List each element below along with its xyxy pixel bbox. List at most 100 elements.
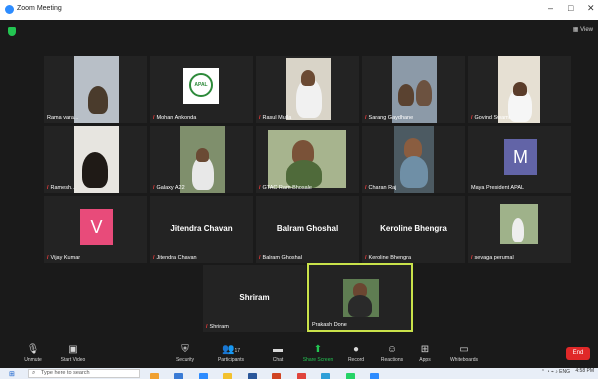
participant-tile[interactable]: Rama vara... (44, 56, 147, 123)
participant-display-name: Balram Ghoshal (276, 224, 339, 233)
apal-logo: APAL (183, 68, 219, 104)
participant-display-name: Shriram (239, 293, 270, 302)
security-label: Security (175, 357, 195, 363)
end-meeting-button[interactable]: End (566, 347, 590, 360)
participant-name: Mohan Ankonda (156, 115, 197, 121)
mic-muted-icon: / (471, 255, 473, 261)
participant-tile[interactable]: / Sarang Gaydhane (362, 56, 465, 123)
taskbar-app-icon[interactable] (272, 373, 282, 379)
taskbar-app-icon[interactable] (321, 373, 331, 379)
whiteboards-button[interactable]: ▭ Whiteboards (447, 343, 481, 363)
participant-name: Rama vara... (47, 115, 79, 121)
participant-tile[interactable]: APAL / Mohan Ankonda (150, 56, 253, 123)
participant-name: Charan Raj (368, 185, 397, 191)
participant-video (500, 204, 538, 244)
window-title: Zoom Meeting (17, 5, 62, 12)
mic-muted-icon: / (153, 255, 155, 261)
chat-button[interactable]: ▬ Chat (268, 343, 288, 363)
microphone-muted-icon: 🎙 (26, 344, 40, 355)
participant-name: Vijay Kumar (50, 255, 81, 261)
whiteboards-label: Whiteboards (449, 357, 479, 363)
taskbar-app-icon[interactable] (174, 373, 184, 379)
participant-name: Jitendra Chavan (156, 255, 197, 261)
taskbar-app-icon[interactable] (198, 373, 208, 379)
participant-label: / Vijay Kumar (47, 255, 80, 261)
record-button[interactable]: ● Record (345, 343, 367, 363)
participant-video (286, 58, 331, 120)
share-screen-icon: ⬆ (313, 344, 323, 355)
system-tray[interactable]: ⌃ ◔ ⌁ ♪ ENG (541, 369, 570, 375)
shield-icon[interactable] (8, 27, 16, 36)
mic-muted-icon: / (206, 324, 208, 330)
participant-name: Govind Swami (474, 115, 510, 121)
unmute-button[interactable]: 🎙 Unmute (22, 343, 44, 363)
participant-tile[interactable]: / Govind Swami (468, 56, 571, 123)
participant-display-name: Keroline Bhengra (380, 224, 447, 233)
unmute-label: Unmute (24, 357, 42, 363)
taskbar-app-icon[interactable] (370, 373, 380, 379)
windows-start-icon[interactable]: ⊞ (9, 370, 15, 378)
participant-tile[interactable]: M Maya President APAL (468, 126, 571, 193)
participant-tile[interactable]: V / Vijay Kumar (44, 196, 147, 263)
start-video-label: Start Video (60, 357, 86, 363)
share-screen-button[interactable]: ⬆ Share Screen (302, 343, 334, 363)
record-label: Record (347, 357, 365, 363)
taskbar-app-icon[interactable] (345, 373, 355, 379)
zoom-logo-icon (5, 5, 14, 14)
participants-icon: 👥17 (221, 344, 240, 355)
participant-tile[interactable]: Balram Ghoshal / Balram Ghoshal (256, 196, 359, 263)
participant-tile[interactable]: / sevaga perumal (468, 196, 571, 263)
participant-video (392, 56, 437, 123)
maximize-button[interactable]: □ (568, 3, 573, 13)
taskbar-app-icon[interactable] (223, 373, 233, 379)
mic-muted-icon: / (471, 115, 473, 121)
participant-tile[interactable]: / GTAC Ram Bhosale (256, 126, 359, 193)
participant-name: Keroline Bhengra (368, 255, 412, 261)
security-button[interactable]: ⛨ Security (172, 343, 198, 363)
chat-label: Chat (272, 357, 284, 363)
participant-label: / Charan Raj (365, 185, 396, 191)
view-button[interactable]: ▦ View (573, 26, 593, 33)
taskbar-app-icon[interactable] (296, 373, 306, 379)
grid-icon: ▦ (572, 27, 579, 33)
participant-name: Sarang Gaydhane (368, 115, 414, 121)
tray-language: ENG (559, 369, 570, 375)
mic-muted-icon: / (259, 185, 261, 191)
taskbar-app-icon[interactable] (247, 373, 257, 379)
participant-label: / Balram Ghoshal (259, 255, 302, 261)
apps-button[interactable]: ⊞ Apps (415, 343, 435, 363)
video-off-icon: ▣ (68, 344, 78, 355)
minimize-button[interactable]: – (548, 3, 553, 13)
participant-tile[interactable]: / Charan Raj (362, 126, 465, 193)
participant-display-name: Jitendra Chavan (170, 224, 233, 233)
start-video-button[interactable]: ▣ Start Video (58, 343, 88, 363)
security-shield-icon: ⛨ (181, 344, 189, 355)
apal-logo-text: APAL (189, 73, 213, 97)
participant-tile[interactable]: / Galaxy A22 (150, 126, 253, 193)
windows-taskbar: ⊞ ⌕ Type here to search ⌃ ◔ ⌁ ♪ ENG 4:58… (0, 368, 598, 379)
participant-label: / Rasul Mulla (259, 115, 291, 121)
active-speaker-tile[interactable]: Prakash Done (307, 263, 413, 332)
participant-tile[interactable]: / Ramesh... (44, 126, 147, 193)
participant-name: Rasul Mulla (262, 115, 292, 121)
view-label: View (580, 27, 593, 33)
apps-icon: ⊞ (420, 344, 430, 355)
avatar: V (80, 209, 113, 245)
participant-tile[interactable]: Keroline Bhengra / Keroline Bhengra (362, 196, 465, 263)
taskbar-clock[interactable]: 4:58 PM (575, 369, 594, 374)
participant-tile[interactable]: / Rasul Mulla (256, 56, 359, 123)
participant-tile[interactable]: Shriram / Shriram (203, 265, 306, 332)
mic-muted-icon: / (259, 255, 261, 261)
participant-label: / Mohan Ankonda (153, 115, 196, 121)
participant-tile[interactable]: Jitendra Chavan / Jitendra Chavan (150, 196, 253, 263)
taskbar-app-icon[interactable] (150, 373, 159, 379)
participant-video (180, 126, 225, 193)
close-button[interactable]: ✕ (587, 3, 595, 14)
apps-label: Apps (419, 357, 431, 363)
avatar: M (504, 139, 537, 175)
participants-count: 17 (234, 348, 240, 354)
participants-button[interactable]: 👥17 Participants (213, 343, 249, 363)
participant-video (268, 130, 346, 188)
reactions-button[interactable]: ☺ Reactions (378, 343, 406, 363)
taskbar-search[interactable]: ⌕ Type here to search (28, 369, 140, 378)
